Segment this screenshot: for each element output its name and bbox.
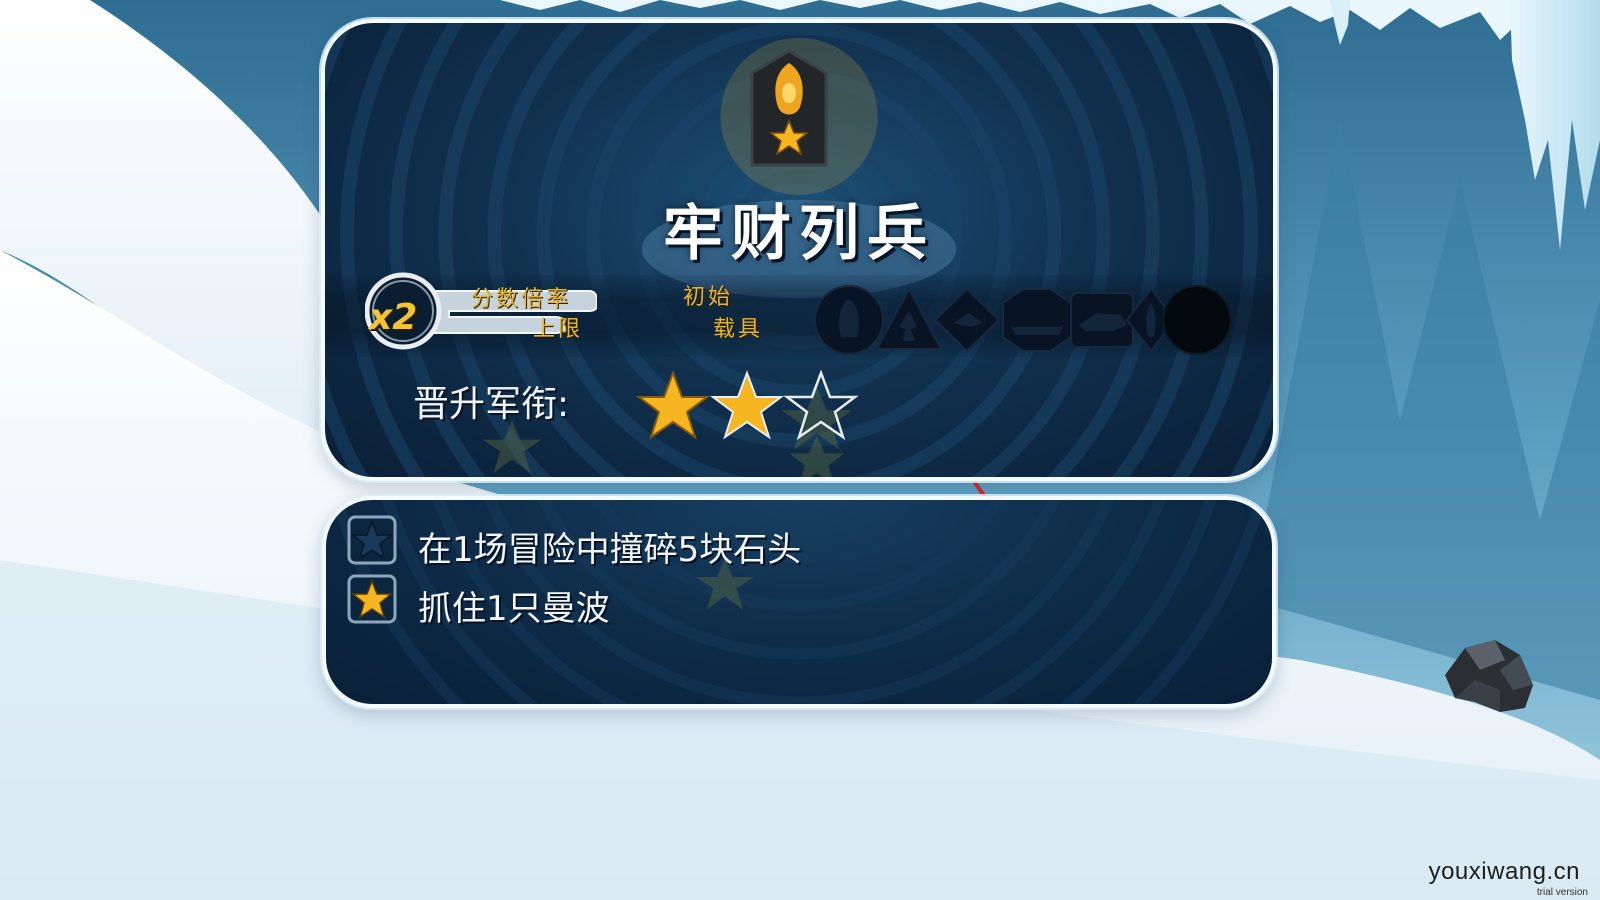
promotion-star-earned-2: [710, 370, 784, 440]
promotion-star-rating: [636, 369, 859, 441]
mission-item-1: 在1场冒险中撞碎5块石头: [346, 514, 1046, 570]
watermark-text: youxiwang.cn: [1428, 858, 1580, 885]
mission-list-panel: 在1场冒险中撞碎5块石头 抓住1只曼波: [322, 496, 1276, 708]
mission-incomplete-star-icon: [347, 515, 397, 565]
mission-item-2: 抓住1只曼波: [346, 573, 1046, 629]
mission-text: 抓住1只曼波: [418, 589, 610, 629]
promotion-star-empty-3: [783, 369, 859, 441]
mission-text: 在1场冒险中撞碎5块石头: [418, 530, 802, 570]
trial-version-text: trial version: [1536, 887, 1588, 898]
promotion-star-earned-1: [636, 370, 710, 440]
rank-card-panel: 牢财列兵 x2 分数倍率 上限 初始 载具 晋升军衔:: [321, 19, 1277, 481]
mission-complete-star-icon: [347, 574, 397, 624]
